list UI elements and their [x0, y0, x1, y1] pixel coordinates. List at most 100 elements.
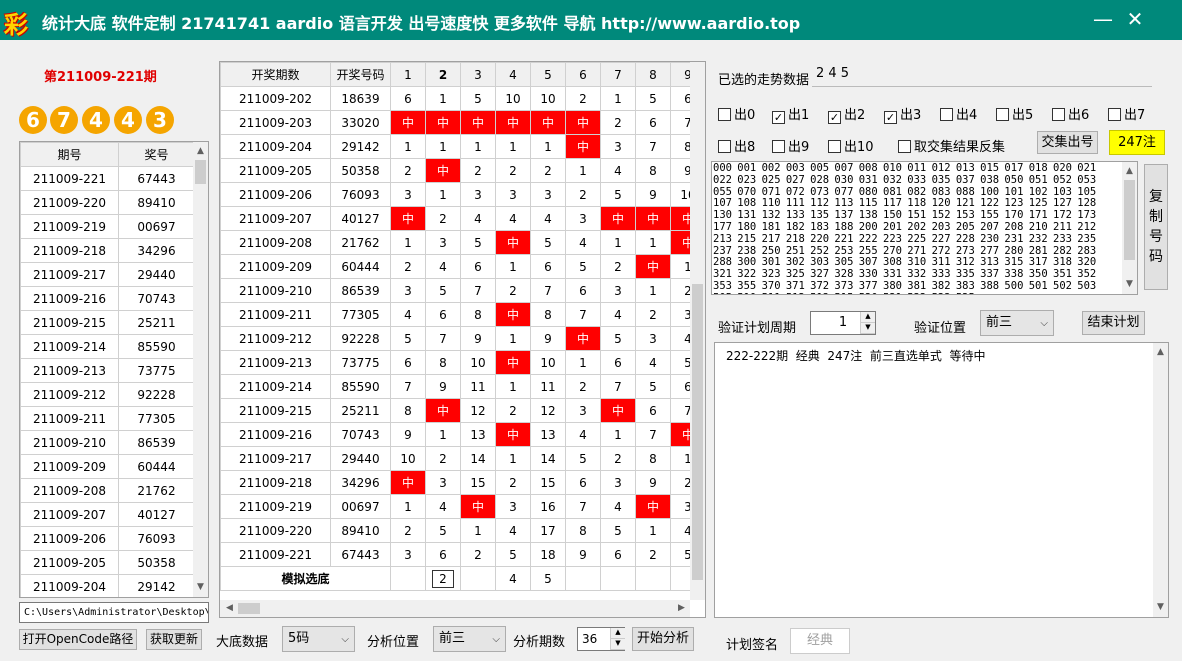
trend-header-cell[interactable]: 7 — [600, 62, 636, 87]
trend-vscroll-thumb[interactable] — [692, 284, 703, 580]
table-row[interactable]: 211009-207 40127 中 2 4 4 4 3 中中中 — [220, 206, 705, 231]
table-row[interactable]: 211009-221 67443 — [20, 166, 195, 191]
checkbox-unchecked-icon[interactable] — [828, 140, 841, 153]
history-header-number[interactable]: 奖号 — [118, 142, 195, 167]
scroll-down-icon[interactable]: ▼ — [1122, 277, 1137, 292]
numbers-text[interactable]: 000 001 002 003 005 007 008 010 011 012 … — [713, 162, 1119, 294]
plan-sign-input[interactable]: 经典 — [790, 628, 850, 654]
table-row[interactable]: 211009-215 25211 — [20, 310, 195, 335]
end-plan-button[interactable]: 结束计划 — [1082, 311, 1145, 335]
trend-hscrollbar[interactable]: ◀ ▶ — [220, 600, 690, 617]
history-scrollbar[interactable]: ▲ ▼ — [193, 142, 208, 597]
simulate-cell[interactable]: 2 — [425, 566, 461, 591]
check-option[interactable]: 出7 — [1108, 104, 1145, 123]
simulate-cell[interactable]: 4 — [495, 566, 531, 591]
checkbox-unchecked-icon[interactable] — [996, 108, 1009, 121]
scroll-down-icon[interactable]: ▼ — [193, 580, 208, 595]
plan-log-text[interactable]: 222-222期 经典 247注 前三直选单式 等待中 — [726, 347, 986, 364]
table-row[interactable]: 211009-202 18639 6 1 5 10 10 2 1 5 6 — [220, 86, 705, 111]
trend-header-cell[interactable]: 8 — [635, 62, 671, 87]
minimize-button[interactable]: — — [1088, 8, 1118, 32]
table-row[interactable]: 211009-209 60444 — [20, 454, 195, 479]
selected-trend-value[interactable]: 2 4 5 — [812, 63, 1152, 87]
table-row[interactable]: 211009-214 85590 — [20, 334, 195, 359]
check-option[interactable]: ✓ 出3 — [884, 104, 921, 124]
table-row[interactable]: 211009-205 50358 — [20, 550, 195, 575]
check-option[interactable]: 出5 — [996, 104, 1033, 123]
fetch-update-button[interactable]: 获取更新 — [146, 629, 202, 650]
check-option[interactable]: 出10 — [828, 136, 874, 155]
trend-header-cell[interactable]: 3 — [460, 62, 496, 87]
table-row[interactable]: 211009-205 50358 2 中 2 2 2 1 4 8 9 — [220, 158, 705, 183]
copy-numbers-button[interactable]: 复制号码 — [1144, 164, 1168, 290]
table-row[interactable]: 211009-208 21762 1 3 5 中 5 4 1 1 中 — [220, 230, 705, 255]
trend-vscrollbar[interactable] — [690, 62, 705, 600]
scroll-up-icon[interactable]: ▲ — [1153, 345, 1168, 360]
scroll-left-icon[interactable]: ◀ — [222, 601, 237, 616]
table-row[interactable]: 211009-211 77305 4 6 8 中 8 7 4 2 3 — [220, 302, 705, 327]
check-option[interactable]: 出8 — [718, 136, 755, 155]
table-row[interactable]: 211009-207 40127 — [20, 502, 195, 527]
scroll-up-icon[interactable]: ▲ — [193, 144, 208, 159]
table-row[interactable]: 211009-206 76093 — [20, 526, 195, 551]
simulate-cell[interactable] — [565, 566, 601, 591]
trend-header-cell[interactable]: 开奖号码 — [330, 62, 391, 87]
table-row[interactable]: 211009-210 86539 — [20, 430, 195, 455]
checkbox-unchecked-icon[interactable] — [898, 140, 911, 153]
table-row[interactable]: 211009-209 60444 2 4 6 1 6 5 2 中 1 — [220, 254, 705, 279]
scroll-right-icon[interactable]: ▶ — [674, 601, 689, 616]
history-scroll-thumb[interactable] — [195, 160, 206, 184]
numbers-scrollbar[interactable]: ▲ ▼ — [1122, 162, 1137, 294]
scroll-down-icon[interactable]: ▼ — [1153, 600, 1168, 615]
simulate-cell[interactable] — [635, 566, 671, 591]
big-data-select[interactable]: 5码 ⌵ — [282, 626, 355, 652]
check-option[interactable]: 出6 — [1052, 104, 1089, 123]
check-option[interactable]: 出4 — [940, 104, 977, 123]
table-row[interactable]: 211009-204 29142 1 1 1 1 1 中 3 7 8 — [220, 134, 705, 159]
table-row[interactable]: 211009-219 00697 1 4 中 3 16 7 4 中 3 — [220, 494, 705, 519]
table-row[interactable]: 211009-219 00697 — [20, 214, 195, 239]
open-path-button[interactable]: 打开OpenCode路径 — [19, 629, 137, 650]
table-row[interactable]: 211009-218 34296 — [20, 238, 195, 263]
checkbox-unchecked-icon[interactable] — [718, 140, 731, 153]
periods-spinner[interactable]: ▲ ▼ — [610, 628, 625, 650]
numbers-scroll-thumb[interactable] — [1124, 180, 1135, 260]
simulate-row[interactable]: 模拟选底 2 4 5 — [220, 566, 705, 591]
plan-log-scrollbar[interactable]: ▲ ▼ — [1153, 343, 1168, 617]
table-row[interactable]: 211009-217 29440 10 2 14 1 14 5 2 8 1 — [220, 446, 705, 471]
checkbox-checked-icon[interactable]: ✓ — [772, 111, 785, 124]
table-row[interactable]: 211009-218 34296 中 3 15 2 15 6 3 9 2 — [220, 470, 705, 495]
check-option[interactable]: 出9 — [772, 136, 809, 155]
verify-position-select[interactable]: 前三 ⌵ — [980, 310, 1054, 336]
analysis-position-select[interactable]: 前三 ⌵ — [433, 626, 506, 652]
simulate-cell[interactable] — [460, 566, 496, 591]
checkbox-unchecked-icon[interactable] — [1108, 108, 1121, 121]
table-row[interactable]: 211009-216 70743 — [20, 286, 195, 311]
trend-header-cell[interactable]: 开奖期数 — [220, 62, 331, 87]
check-option[interactable]: ✓ 出2 — [828, 104, 865, 124]
table-row[interactable]: 211009-204 29142 — [20, 574, 195, 597]
trend-header-cell[interactable]: 5 — [530, 62, 566, 87]
table-row[interactable]: 211009-210 86539 3 5 7 2 7 6 3 1 2 — [220, 278, 705, 303]
table-row[interactable]: 211009-213 73775 6 8 10 中 10 1 6 4 5 — [220, 350, 705, 375]
table-row[interactable]: 211009-212 92228 5 7 9 1 9 中 5 3 4 — [220, 326, 705, 351]
opencode-path-input[interactable]: C:\Users\Administrator\Desktop\ — [19, 602, 209, 623]
table-row[interactable]: 211009-221 67443 3 6 2 5 18 9 6 2 5 — [220, 542, 705, 567]
check-option[interactable]: ✓ 出1 — [772, 104, 809, 124]
simulate-cell[interactable]: 5 — [530, 566, 566, 591]
table-row[interactable]: 211009-216 70743 9 1 13 中 13 4 1 7 中 — [220, 422, 705, 447]
checkbox-checked-icon[interactable]: ✓ — [884, 111, 897, 124]
checkbox-unchecked-icon[interactable] — [1052, 108, 1065, 121]
table-row[interactable]: 211009-220 89410 2 5 1 4 17 8 5 1 4 — [220, 518, 705, 543]
checkbox-unchecked-icon[interactable] — [940, 108, 953, 121]
trend-header-cell[interactable]: 4 — [495, 62, 531, 87]
table-row[interactable]: 211009-215 25211 8 中 12 2 12 3 中 6 7 — [220, 398, 705, 423]
table-row[interactable]: 211009-217 29440 — [20, 262, 195, 287]
trend-header-cell[interactable]: 2 — [425, 62, 461, 87]
checkbox-checked-icon[interactable]: ✓ — [828, 111, 841, 124]
trend-hscroll-thumb[interactable] — [238, 603, 260, 614]
table-row[interactable]: 211009-203 33020 中中中中中中 2 6 7 — [220, 110, 705, 135]
table-row[interactable]: 211009-206 76093 3 1 3 3 3 2 5 9 10 — [220, 182, 705, 207]
table-row[interactable]: 211009-212 92228 — [20, 382, 195, 407]
table-row[interactable]: 211009-211 77305 — [20, 406, 195, 431]
